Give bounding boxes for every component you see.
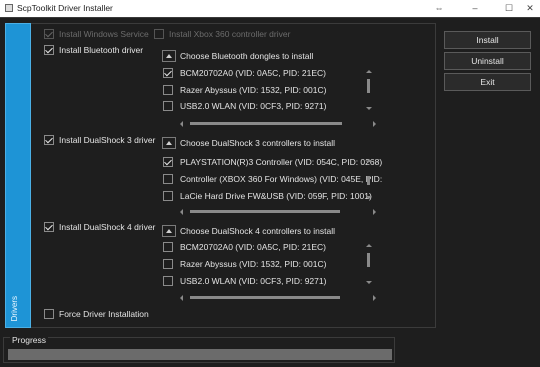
xbox360-checkbox [154, 29, 164, 39]
progress-label: Progress [10, 335, 49, 345]
ds3-device-checkbox[interactable] [163, 191, 173, 201]
scroll-up-icon[interactable] [366, 70, 372, 73]
pin-icon[interactable]: ⇔ [424, 0, 454, 17]
scroll-thumb[interactable] [367, 176, 370, 185]
bluetooth-collapse-button[interactable] [162, 50, 176, 62]
ds4-driver-label: Install DualShock 4 driver [59, 222, 156, 232]
scroll-down-icon[interactable] [366, 107, 372, 110]
bluetooth-driver-checkbox[interactable] [44, 45, 54, 55]
xbox360-label: Install Xbox 360 controller driver [169, 29, 291, 39]
bluetooth-device-checkbox[interactable] [163, 101, 173, 111]
ds4-device-checkbox[interactable] [163, 276, 173, 286]
close-button[interactable]: ✕ [515, 0, 540, 17]
scroll-thumb[interactable] [190, 296, 340, 299]
ds4-device-label: BCM20702A0 (VID: 0A5C, PID: 21EC) [180, 242, 326, 252]
ds3-driver-checkbox[interactable] [44, 135, 54, 145]
ds3-driver-label: Install DualShock 3 driver [59, 135, 156, 145]
scroll-thumb[interactable] [190, 210, 340, 213]
ds4-collapse-button[interactable] [162, 225, 176, 237]
scroll-thumb[interactable] [367, 253, 370, 267]
tab-drivers[interactable]: Drivers [5, 23, 31, 328]
tab-drivers-label: Drivers [10, 295, 19, 321]
bluetooth-device-checkbox[interactable] [163, 68, 173, 78]
bluetooth-group-title: Choose Bluetooth dongles to install [180, 51, 314, 61]
scroll-up-icon[interactable] [366, 159, 372, 162]
ds4-device-checkbox[interactable] [163, 259, 173, 269]
bluetooth-device-label: BCM20702A0 (VID: 0A5C, PID: 21EC) [180, 68, 326, 78]
ds3-device-label: LaCie Hard Drive FW&USB (VID: 059F, PID:… [180, 191, 372, 201]
scroll-left-icon[interactable] [180, 121, 183, 127]
bluetooth-vertical-scrollbar[interactable] [366, 70, 372, 110]
exit-button[interactable]: Exit [444, 73, 531, 91]
scroll-right-icon[interactable] [373, 121, 376, 127]
scroll-up-icon[interactable] [366, 244, 372, 247]
ds3-device-checkbox[interactable] [163, 174, 173, 184]
scroll-thumb[interactable] [367, 79, 370, 93]
ds4-device-label: Razer Abyssus (VID: 1532, PID: 001C) [180, 259, 327, 269]
force-install-checkbox[interactable] [44, 309, 54, 319]
minimize-button[interactable]: – [460, 0, 490, 17]
progress-bar [8, 349, 392, 360]
title-bar: ScpToolkit Driver Installer ⇔ – ☐ ✕ [0, 0, 540, 17]
scroll-down-icon[interactable] [366, 281, 372, 284]
window-title: ScpToolkit Driver Installer [17, 3, 113, 13]
windows-service-checkbox [44, 29, 54, 39]
uninstall-button[interactable]: Uninstall [444, 52, 531, 70]
windows-service-label: Install Windows Service [59, 29, 149, 39]
ds3-horizontal-scrollbar[interactable] [180, 209, 376, 215]
bluetooth-driver-label: Install Bluetooth driver [59, 45, 144, 55]
ds4-horizontal-scrollbar[interactable] [180, 295, 376, 301]
scroll-left-icon[interactable] [180, 209, 183, 215]
force-install-label: Force Driver Installation [59, 309, 149, 319]
ds4-group-title: Choose DualShock 4 controllers to instal… [180, 226, 335, 236]
ds4-device-checkbox[interactable] [163, 242, 173, 252]
bluetooth-device-label: Razer Abyssus (VID: 1532, PID: 001C) [180, 85, 327, 95]
scroll-thumb[interactable] [190, 122, 342, 125]
ds3-device-label: PLAYSTATION(R)3 Controller (VID: 054C, P… [180, 157, 383, 167]
ds3-device-checkbox[interactable] [163, 157, 173, 167]
scroll-right-icon[interactable] [373, 209, 376, 215]
bluetooth-horizontal-scrollbar[interactable] [180, 121, 376, 127]
ds3-device-label: Controller (XBOX 360 For Windows) (VID: … [180, 174, 383, 184]
ds4-driver-checkbox[interactable] [44, 222, 54, 232]
ds3-vertical-scrollbar[interactable] [366, 159, 372, 199]
bluetooth-device-checkbox[interactable] [163, 85, 173, 95]
bluetooth-device-label: USB2.0 WLAN (VID: 0CF3, PID: 9271) [180, 101, 327, 111]
app-icon [5, 4, 13, 12]
ds4-vertical-scrollbar[interactable] [366, 244, 372, 284]
install-button[interactable]: Install [444, 31, 531, 49]
ds4-device-label: USB2.0 WLAN (VID: 0CF3, PID: 9271) [180, 276, 327, 286]
ds3-collapse-button[interactable] [162, 137, 176, 149]
ds3-group-title: Choose DualShock 3 controllers to instal… [180, 138, 335, 148]
scroll-down-icon[interactable] [366, 196, 372, 199]
scroll-right-icon[interactable] [373, 295, 376, 301]
scroll-left-icon[interactable] [180, 295, 183, 301]
